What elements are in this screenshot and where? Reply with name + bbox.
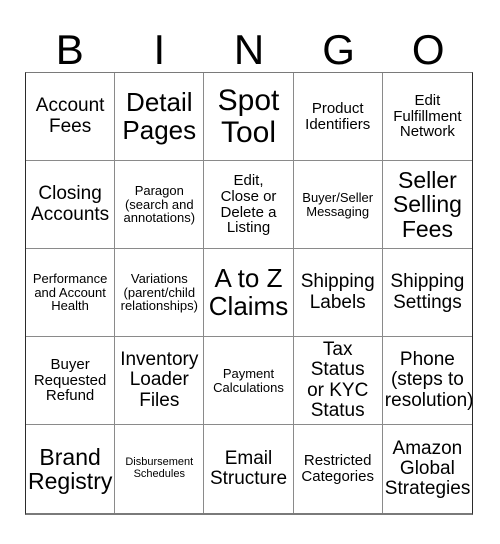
bingo-cell-label: Buyer Requested Refund (33, 355, 107, 405)
bingo-cell-r5c5[interactable]: Amazon Global Strategies (383, 425, 472, 513)
bingo-cell-r5c4[interactable]: Restricted Categories (294, 425, 383, 513)
bingo-cell-r1c2[interactable]: Detail Pages (115, 73, 205, 161)
bingo-cell-r2c4[interactable]: Buyer/Seller Messaging (293, 161, 383, 249)
bingo-cell-label: A to Z Claims (208, 262, 289, 321)
bingo-cell-r1c1[interactable]: Account Fees (26, 73, 116, 161)
bingo-header-letter-i: I (153, 26, 166, 73)
bingo-cell-label: Amazon Global Strategies (384, 437, 471, 500)
bingo-grid: Account Fees Detail Pages Spot Tool Product… (25, 72, 473, 515)
bingo-cell-r2c3[interactable]: Edit, Close or Delete a Listing (204, 161, 294, 249)
bingo-cell-label: Detail Pages (122, 86, 197, 145)
bingo-cell-r1c5[interactable]: Edit Fulfillment Network (382, 73, 472, 161)
bingo-cell-r5c1[interactable]: Brand Registry (26, 425, 116, 513)
bingo-cell-r3c1[interactable]: Performance and Account Health (26, 249, 116, 337)
bingo-cell-r4c3[interactable]: Payment Calculations (204, 337, 294, 425)
bingo-cell-r3c2[interactable]: Variations (parent/child relationships) (115, 249, 205, 337)
bingo-cell-label: Restricted Categories (301, 452, 374, 485)
bingo-cell-label: Edit Fulfillment Network (393, 91, 462, 141)
bingo-cell-label: Disbursement Schedules (125, 456, 194, 480)
bingo-cell-r3c3[interactable]: A to Z Claims (204, 249, 294, 337)
bingo-cell-label: Shipping Settings (390, 271, 465, 313)
bingo-cell-r1c4[interactable]: Product Identifiers (293, 73, 383, 161)
bingo-cell-r4c2[interactable]: Inventory Loader Files (115, 337, 205, 425)
bingo-cell-label: Shipping Labels (300, 271, 375, 313)
bingo-header-letter-n: N (233, 26, 265, 73)
bingo-header-row: BINGO (25, 18, 473, 72)
bingo-cell-label: Product Identifiers (305, 99, 371, 133)
bingo-cell-r5c2[interactable]: Disbursement Schedules (115, 425, 205, 513)
bingo-cell-label: Closing Accounts (31, 183, 110, 225)
bingo-cell-r3c5[interactable]: Shipping Settings (382, 249, 472, 337)
bingo-cell-label: Email Structure (209, 447, 288, 489)
bingo-cell-r2c5[interactable]: Seller Selling Fees (382, 161, 472, 249)
bingo-header-letter-b: B (55, 26, 84, 73)
bingo-cell-label: Paragon (search and annotations) (123, 182, 196, 226)
bingo-cell-r3c4[interactable]: Shipping Labels (293, 249, 383, 337)
bingo-cell-r5c3[interactable]: Email Structure (204, 425, 294, 513)
bingo-cell-r2c2[interactable]: Paragon (search and annotations) (115, 161, 205, 249)
bingo-header-letter-o: O (411, 26, 445, 73)
bingo-cell-label: Brand Registry (28, 443, 113, 494)
bingo-header-letter-g: G (322, 26, 355, 73)
bingo-cell-label: Tax Status or KYC Status (307, 339, 369, 421)
bingo-cell-label: Seller Selling Fees (392, 166, 462, 242)
bingo-cell-label: Performance and Account Health (32, 270, 108, 314)
bingo-cell-label: Inventory Loader Files (120, 349, 199, 411)
bingo-cell-r4c1[interactable]: Buyer Requested Refund (26, 337, 116, 425)
bingo-cell-label: Edit, Close or Delete a Listing (220, 171, 277, 237)
bingo-cell-r1c3[interactable]: Spot Tool (204, 73, 294, 161)
bingo-cell-label: Phone (steps to resolution) (384, 349, 472, 411)
bingo-cell-label: Spot Tool (217, 83, 280, 149)
bingo-cell-r4c5[interactable]: Phone (steps to resolution) (382, 337, 472, 425)
bingo-cell-r2c1[interactable]: Closing Accounts (26, 161, 116, 249)
bingo-card: B I N G O Account Fees Detail Pages Spot Tool P… (0, 0, 500, 544)
bingo-cell-label: Variations (parent/child relationships) (120, 270, 198, 314)
bingo-cell-label: Payment Calculations (213, 365, 284, 395)
bingo-cell-label: Buyer/Seller Messaging (302, 189, 374, 219)
bingo-cell-label: Account Fees (35, 95, 105, 137)
bingo-cell-r4c4[interactable]: Tax Status or KYC Status (293, 337, 383, 425)
